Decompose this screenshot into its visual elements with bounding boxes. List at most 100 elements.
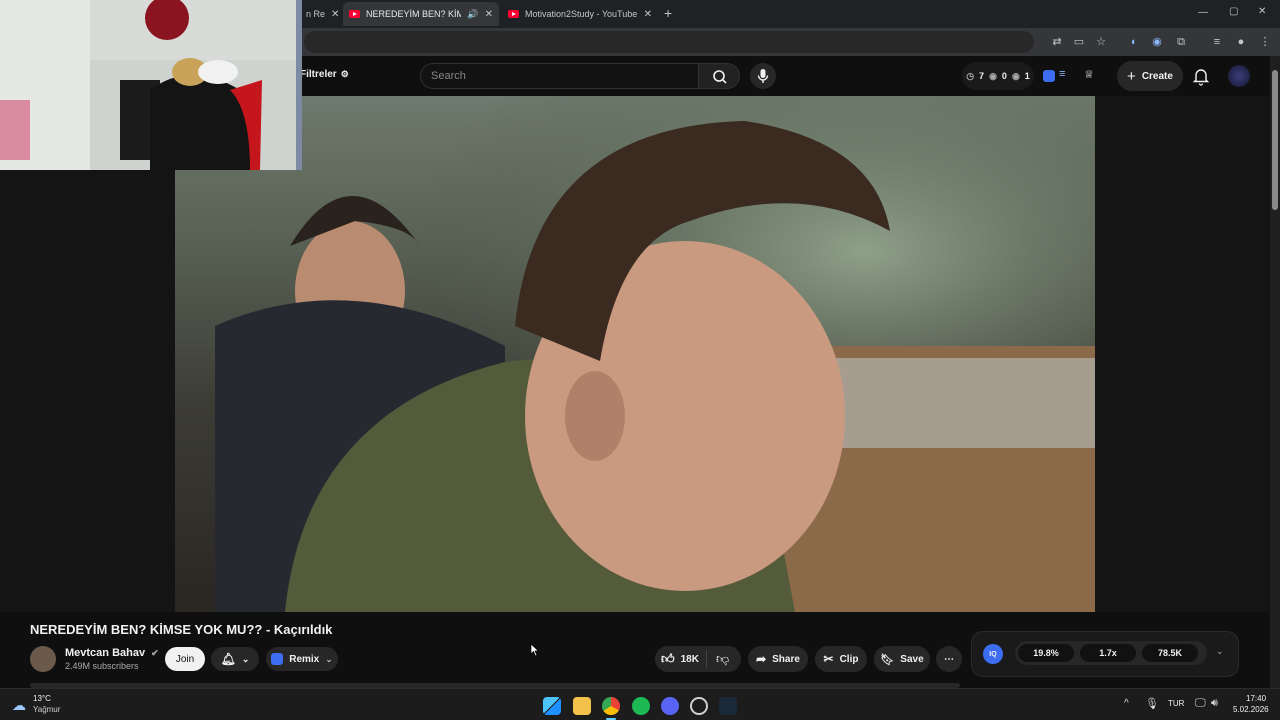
clock-time[interactable]: 17:40 <box>1246 694 1266 703</box>
trophy-icon[interactable]: ♕ <box>1084 68 1094 81</box>
clock-date[interactable]: 5.02.2026 <box>1233 705 1269 714</box>
iq-extension-icon[interactable] <box>1043 70 1055 82</box>
cast-icon[interactable]: ▭ <box>1070 33 1088 51</box>
list-icon[interactable]: ≡ <box>1059 68 1065 80</box>
chevron-down-icon: ⌄ <box>241 653 250 664</box>
translate-icon[interactable]: ⇄ <box>1048 33 1066 51</box>
extension-iq-icon[interactable]: ◉ <box>1148 33 1166 51</box>
like-count: 18K <box>680 653 699 665</box>
windows-start-icon[interactable] <box>543 697 561 715</box>
reading-list-icon[interactable]: ≡ <box>1208 33 1226 51</box>
webcam-overlay <box>0 0 302 170</box>
chevron-down-icon: ⌄ <box>325 653 333 664</box>
close-icon[interactable]: ✕ <box>479 9 493 20</box>
metric-count: 78.5K <box>1142 644 1198 662</box>
browser-tab[interactable]: Motivation2Study - YouTube ✕ <box>502 2 658 26</box>
channel-name-text: Mevtcan Bahav <box>65 647 146 659</box>
share-label: Share <box>772 653 800 665</box>
thumbs-down-icon: 👎︎ <box>716 651 730 666</box>
notifications-button[interactable] <box>1192 66 1210 91</box>
more-actions-button[interactable]: ⋯ <box>936 646 962 672</box>
divider <box>706 650 707 668</box>
channel-avatar[interactable] <box>30 646 56 672</box>
remix-button[interactable]: Remix ⌄ <box>266 647 338 671</box>
scrollbar-thumb[interactable] <box>1272 70 1278 210</box>
app-icon[interactable] <box>690 697 708 715</box>
stat-a: 7 <box>979 71 985 81</box>
address-bar[interactable] <box>304 31 1034 53</box>
volume-icon[interactable]: 🔊︎ <box>1211 697 1218 710</box>
create-label: Create <box>1141 70 1173 82</box>
close-icon[interactable]: ✕ <box>325 9 339 20</box>
stat-b: 0 <box>1001 71 1007 81</box>
more-menu-icon[interactable]: ⋮ <box>1256 33 1274 51</box>
search-icon <box>713 70 727 84</box>
dislike-button[interactable]: 👎︎ <box>716 651 729 667</box>
save-button[interactable]: 🔖︎ Save <box>874 646 930 672</box>
weather-cloud-icon[interactable]: ☁ <box>12 697 26 714</box>
join-button[interactable]: Join <box>165 647 205 671</box>
microphone-icon[interactable]: 🎙︎ <box>1145 697 1159 710</box>
minimize-button[interactable]: — <box>1198 7 1208 18</box>
close-icon[interactable]: ✕ <box>638 9 652 20</box>
close-window-button[interactable]: ✕ <box>1258 6 1266 17</box>
filters-button[interactable]: Filtreler ⚙ <box>300 69 349 80</box>
iq-extension-panel: IQ 19.8% 1.7x 78.5K ⌄ <box>971 631 1239 677</box>
channel-name[interactable]: Mevtcan Bahav ✔ <box>65 647 159 659</box>
microphone-icon <box>757 69 769 83</box>
webcam-image <box>0 0 302 170</box>
file-explorer-icon[interactable] <box>573 697 591 715</box>
profile-avatar-icon[interactable]: ● <box>1232 33 1250 51</box>
subscribed-notifications-button[interactable]: 🔔︎ ⌄ <box>211 647 259 671</box>
video-player[interactable] <box>175 96 1095 612</box>
metric-multiplier: 1.7x <box>1080 644 1136 662</box>
browser-tab-active[interactable]: NEREDEYİM BEN? KİMSE YO 🔊 ✕ <box>343 2 499 26</box>
create-button[interactable]: + Create <box>1117 61 1183 91</box>
maximize-button[interactable]: ▢ <box>1229 6 1238 17</box>
extension-icon[interactable]: ◖ <box>1124 33 1142 51</box>
plus-icon: + <box>1127 67 1136 85</box>
extensions-puzzle-icon[interactable]: ⧉ <box>1172 33 1190 51</box>
like-button[interactable]: 👍︎ 18K <box>661 651 699 667</box>
tray-chevron-up-icon[interactable]: ^ <box>1124 698 1129 709</box>
speaker-icon[interactable]: 🔊 <box>467 9 478 20</box>
youtube-favicon-icon <box>508 10 519 18</box>
browser-tab[interactable]: n Re ✕ <box>300 2 342 26</box>
eye-icon: ◉ <box>1011 70 1020 81</box>
account-avatar[interactable] <box>1228 65 1250 87</box>
tab-label: n Re <box>306 9 326 19</box>
iq-badge-icon <box>271 653 284 665</box>
bell-icon: 🔔︎ <box>220 652 236 666</box>
thumbs-up-icon: 👍︎ <box>661 651 675 666</box>
voice-search-button[interactable] <box>750 63 776 89</box>
share-arrow-icon: ➦ <box>756 652 767 666</box>
stats-widget[interactable]: ◷ 7 ◉ 0 ◉ 1 <box>962 62 1034 90</box>
weather-temp: 13°C <box>33 694 51 703</box>
verified-icon: ✔ <box>151 648 159 658</box>
new-tab-button[interactable]: + <box>664 5 672 21</box>
bookmark-star-icon[interactable]: ☆ <box>1092 33 1110 51</box>
discord-icon[interactable] <box>661 697 679 715</box>
weather-condition: Yağmur <box>33 705 61 714</box>
metric-percent: 19.8% <box>1018 644 1074 662</box>
clip-button[interactable]: ✂ Clip <box>815 646 867 672</box>
bell-icon <box>1192 69 1210 86</box>
chevron-down-icon[interactable]: ⌄ <box>1216 646 1224 657</box>
subscriber-count: 2.49M subscribers <box>65 661 139 671</box>
more-horizontal-icon: ⋯ <box>944 653 954 665</box>
chrome-icon[interactable] <box>602 697 620 715</box>
input-language[interactable]: TUR <box>1168 699 1184 708</box>
steam-icon[interactable] <box>719 697 737 715</box>
iq-badge[interactable]: IQ <box>983 644 1003 664</box>
stat-c: 1 <box>1024 71 1030 81</box>
spotify-icon[interactable] <box>632 697 650 715</box>
network-icon[interactable]: 🖵︎ <box>1195 697 1206 710</box>
share-button[interactable]: ➦ Share <box>748 646 808 672</box>
youtube-favicon-icon <box>349 10 360 18</box>
remix-label: Remix <box>289 653 320 665</box>
video-frame <box>175 96 1095 612</box>
search-input[interactable]: Search <box>420 63 698 89</box>
clip-label: Clip <box>839 653 859 665</box>
save-label: Save <box>900 653 924 665</box>
search-button[interactable] <box>698 63 740 89</box>
